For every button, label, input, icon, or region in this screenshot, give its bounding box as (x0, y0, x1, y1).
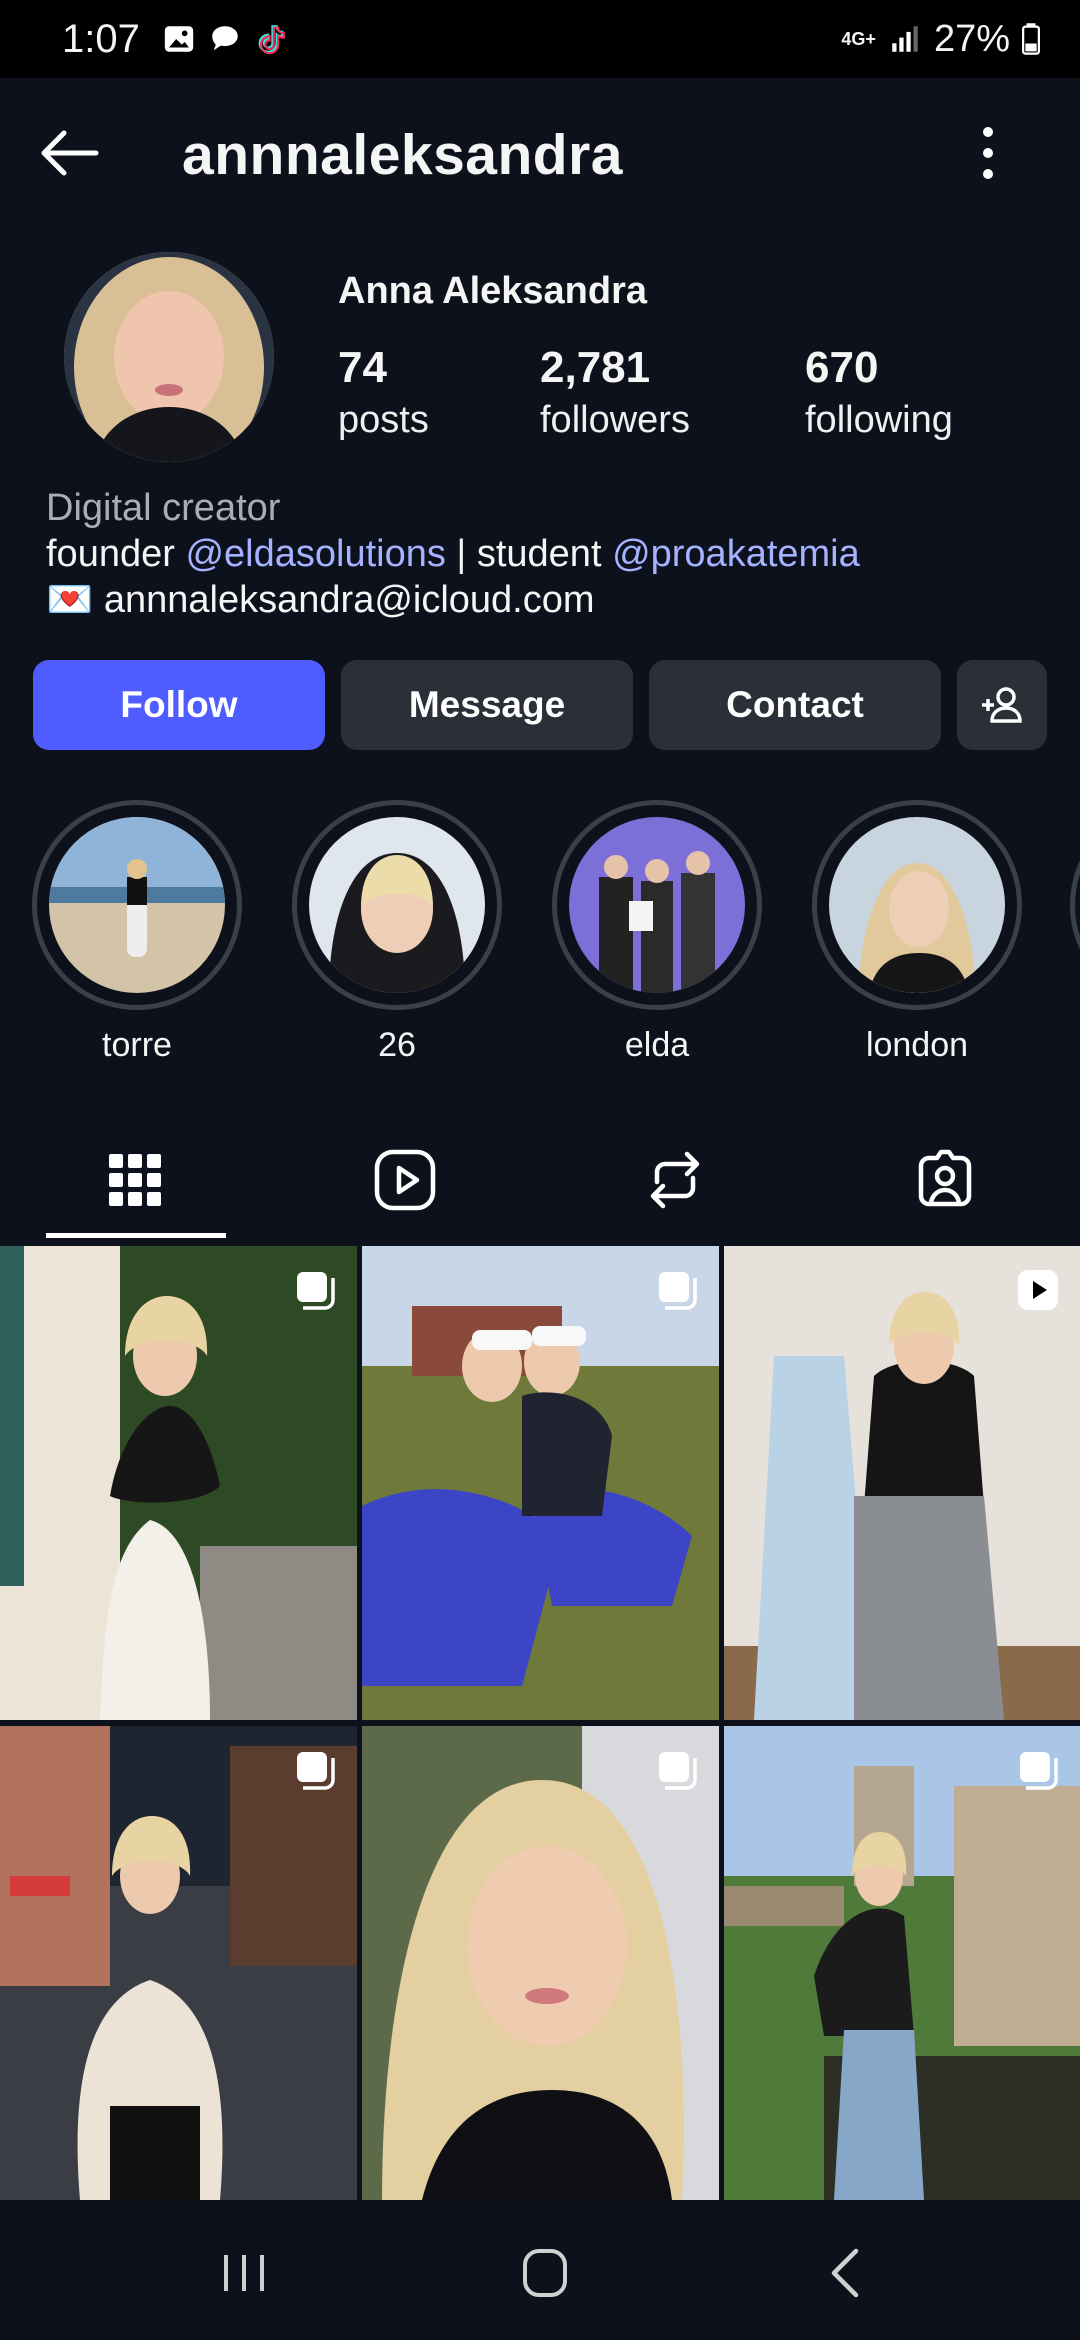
mention-link-proakatemia[interactable]: @proakatemia (612, 533, 860, 575)
signal-icon (892, 26, 918, 52)
bio-prefix: founder (46, 533, 186, 575)
battery-icon (1022, 23, 1040, 55)
back-arrow-icon[interactable] (34, 118, 104, 188)
post-image (362, 1726, 719, 2200)
display-name: Anna Aleksandra (338, 270, 648, 312)
bio-email[interactable]: annnaleksandra@icloud.com (104, 579, 595, 621)
following-value: 670 (805, 343, 879, 392)
system-icons: 4G+ 27% (841, 18, 1040, 61)
tab-tagged[interactable] (810, 1120, 1080, 1240)
bio-line: founder @eldasolutions | student @proaka… (46, 531, 860, 577)
profile-content-tabs (0, 1120, 1080, 1240)
post-thumbnail[interactable] (724, 1246, 1080, 1720)
following-label: following (805, 399, 953, 441)
profile-bio: Digital creator founder @eldasolutions |… (46, 485, 860, 623)
bio-email-line: 💌 annnaleksandra@icloud.com (46, 577, 860, 623)
grid-icon (109, 1154, 161, 1206)
post-image (0, 1246, 357, 1720)
multiple-images-icon (659, 1272, 697, 1310)
mention-link-eldasolutions[interactable]: @eldasolutions (185, 533, 445, 575)
post-image (362, 1246, 719, 1720)
contact-button[interactable]: Contact (649, 660, 941, 750)
network-type: 4G+ (841, 29, 876, 49)
post-image (724, 1246, 1080, 1720)
followers-value: 2,781 (540, 343, 651, 392)
multiple-images-icon (1020, 1752, 1058, 1790)
highlight-ring (812, 800, 1022, 1010)
post-thumbnail[interactable] (0, 1246, 357, 1720)
notification-icons (162, 22, 288, 56)
followers-count[interactable]: 2,781 followers (540, 343, 690, 442)
tab-reels[interactable] (270, 1120, 540, 1240)
tab-posts-grid[interactable] (0, 1120, 270, 1240)
highlight-label: london (865, 1026, 969, 1064)
gallery-icon (164, 26, 194, 52)
repost-icon (650, 1151, 700, 1209)
posts-count[interactable]: 74 posts (338, 343, 429, 442)
profile-username: annnaleksandra (182, 123, 624, 187)
story-highlight-torre[interactable]: torre (32, 800, 242, 1065)
instagram-profile-screen: 1:07 4G+ 27% annnaleksandra Anna Aleksan… (0, 0, 1080, 2340)
avatar-photo (64, 252, 274, 462)
follow-button[interactable]: Follow (33, 660, 325, 750)
nav-back-icon[interactable] (808, 2241, 888, 2305)
multiple-images-icon (297, 1272, 335, 1310)
active-tab-indicator (46, 1233, 226, 1238)
posts-value: 74 (338, 343, 387, 392)
profile-avatar[interactable] (64, 252, 274, 462)
highlight-cover-selfie (309, 817, 485, 993)
highlight-ring (552, 800, 762, 1010)
highlight-ring (292, 800, 502, 1010)
love-letter-emoji: 💌 (46, 579, 94, 621)
highlight-cover-group (569, 817, 745, 993)
bio-category: Digital creator (46, 487, 281, 529)
message-button[interactable]: Message (341, 660, 633, 750)
story-highlight-london[interactable]: london (812, 800, 1022, 1065)
multiple-images-icon (297, 1752, 335, 1790)
highlight-label: 26 (378, 1026, 416, 1064)
multiple-images-icon (659, 1752, 697, 1790)
following-count[interactable]: 670 following (805, 343, 953, 442)
post-thumbnail[interactable] (724, 1726, 1080, 2200)
home-icon[interactable] (505, 2241, 585, 2305)
reels-icon (374, 1149, 436, 1211)
highlight-label: torre (102, 1026, 172, 1064)
system-navigation-bar (0, 2205, 1080, 2340)
story-highlight-elda[interactable]: elda (552, 800, 762, 1065)
profile-header: annnaleksandra (0, 78, 1080, 233)
post-thumbnail[interactable] (362, 1726, 719, 2200)
highlight-overflow-ring (1070, 800, 1080, 1010)
reel-play-icon (1018, 1270, 1058, 1310)
story-highlight-26[interactable]: 26 (292, 800, 502, 1065)
bio-mid: | student (445, 533, 613, 575)
recent-apps-icon[interactable] (204, 2241, 284, 2305)
highlight-cover-beach (49, 817, 225, 993)
status-bar: 1:07 4G+ 27% (0, 0, 1080, 78)
suggest-people-button[interactable] (957, 660, 1047, 750)
highlight-label: elda (624, 1026, 690, 1064)
post-thumbnail[interactable] (362, 1246, 719, 1720)
tiktok-icon (258, 25, 285, 55)
tab-reposts[interactable] (540, 1120, 810, 1240)
highlight-cover-portrait (829, 817, 1005, 993)
battery-percent: 27% (933, 17, 1010, 60)
followers-label: followers (540, 399, 690, 441)
post-image (0, 1726, 357, 2200)
posts-label: posts (338, 399, 429, 441)
highlight-ring (32, 800, 242, 1010)
more-options-icon[interactable] (968, 118, 1008, 188)
post-thumbnail[interactable] (0, 1726, 357, 2200)
add-person-icon (982, 687, 1022, 723)
tagged-person-icon (918, 1149, 972, 1207)
post-image (724, 1726, 1080, 2200)
chat-bubble-icon (212, 26, 238, 51)
status-time: 1:07 (62, 16, 140, 61)
